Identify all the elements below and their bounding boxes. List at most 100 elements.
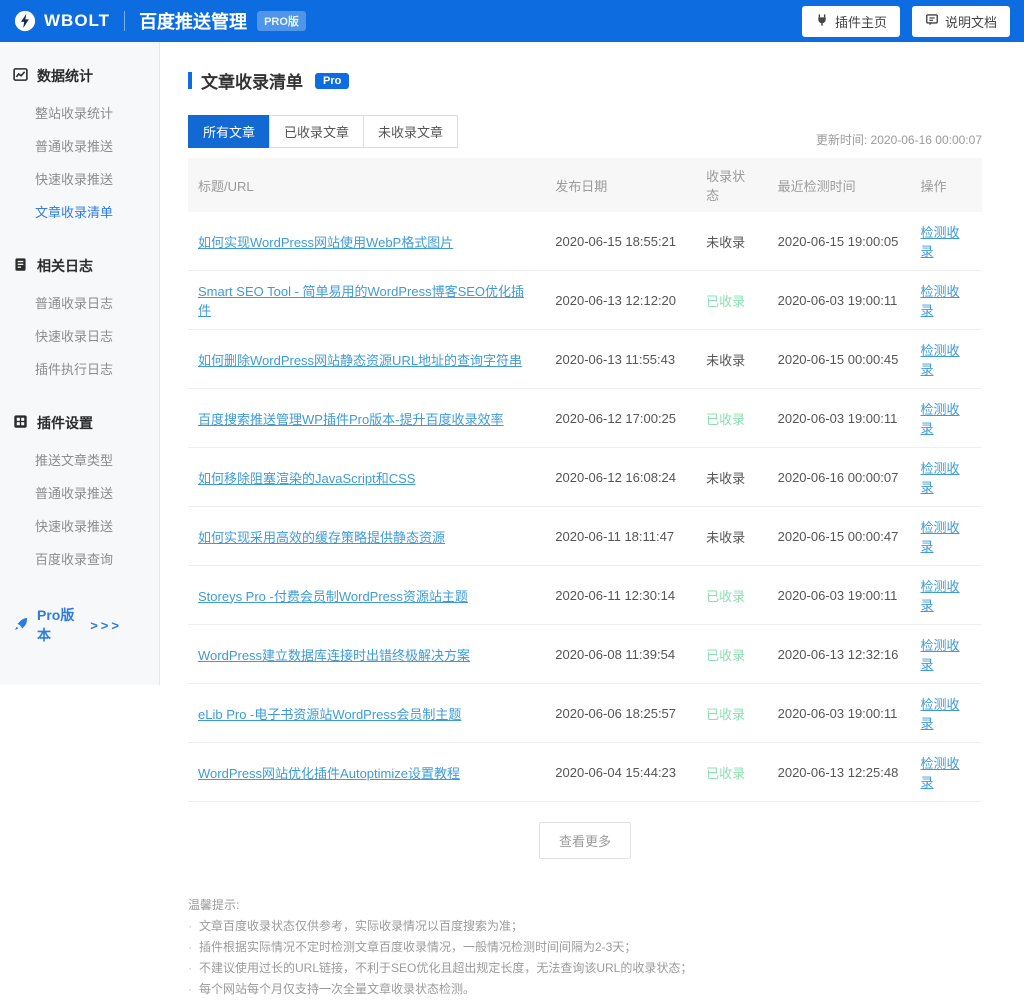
tab-not-included-articles[interactable]: 未收录文章 xyxy=(363,115,458,148)
publish-date: 2020-06-08 11:39:54 xyxy=(545,625,696,684)
filter-tabs: 所有文章 已收录文章 未收录文章 xyxy=(188,115,458,148)
table-row: Smart SEO Tool - 简单易用的WordPress博客SEO优化插件… xyxy=(188,271,982,330)
sidebar-section-label: 数据统计 xyxy=(37,66,93,86)
last-checked-time: 2020-06-03 19:00:11 xyxy=(768,271,911,330)
tip-item: 不建议使用过长的URL链接，不利于SEO优化且超出规定长度，无法查询该URL的收… xyxy=(188,958,982,979)
sidebar-section: 相关日志普通收录日志快速收录日志插件执行日志 xyxy=(0,250,159,385)
tip-item: 每个网站每个月仅支持一次全量文章收录状态检测。 xyxy=(188,979,982,1000)
check-inclusion-link[interactable]: 检测收录 xyxy=(921,461,960,495)
publish-date: 2020-06-11 12:30:14 xyxy=(545,566,696,625)
sidebar-item[interactable]: 普通收录推送 xyxy=(0,129,159,162)
article-title-link[interactable]: WordPress建立数据库连接时出错终极解决方案 xyxy=(198,648,470,663)
app-title: 百度推送管理 xyxy=(139,8,247,34)
title-accent-bar xyxy=(188,72,192,89)
check-inclusion-link[interactable]: 检测收录 xyxy=(921,520,960,554)
inclusion-status: 已收录 xyxy=(706,294,745,309)
table-row: 如何移除阻塞渲染的JavaScript和CSS2020-06-12 16:08:… xyxy=(188,448,982,507)
table-row: WordPress建立数据库连接时出错终极解决方案 2020-06-08 11:3… xyxy=(188,625,982,684)
check-inclusion-link[interactable]: 检测收录 xyxy=(921,638,960,672)
inclusion-status: 未收录 xyxy=(706,530,745,545)
brand-logo: WBOLT xyxy=(14,10,110,32)
sidebar-item[interactable]: 整站收录统计 xyxy=(0,96,159,129)
article-title-link[interactable]: 如何实现采用高效的缓存策略提供静态资源 xyxy=(198,530,445,545)
sidebar-section-title: 插件设置 xyxy=(0,407,159,443)
table-row: 如何删除WordPress网站静态资源URL地址的查询字符串2020-06-13… xyxy=(188,330,982,389)
tip-item: 插件根据实际情况不定时检测文章百度收录情况，一般情况检测时间间隔为2-3天； xyxy=(188,937,982,958)
publish-date: 2020-06-12 17:00:25 xyxy=(545,389,696,448)
table-row: WordPress网站优化插件Autoptimize设置教程 2020-06-04… xyxy=(188,743,982,802)
sidebar-section-title: 相关日志 xyxy=(0,250,159,286)
sidebar-item[interactable]: 普通收录日志 xyxy=(0,286,159,319)
table-row: 如何实现WordPress网站使用WebP格式图片2020-06-15 18:5… xyxy=(188,212,982,271)
sidebar-item[interactable]: 普通收录推送 xyxy=(0,476,159,509)
rocket-icon xyxy=(13,616,29,635)
article-title-link[interactable]: Storeys Pro -付费会员制WordPress资源站主题 xyxy=(198,589,468,604)
sidebar-item[interactable]: 快速收录日志 xyxy=(0,319,159,352)
check-inclusion-link[interactable]: 检测收录 xyxy=(921,225,960,259)
header-actions: 插件主页 说明文档 xyxy=(802,6,1010,37)
sidebar-item[interactable]: 插件执行日志 xyxy=(0,352,159,385)
sidebar-item[interactable]: 快速收录推送 xyxy=(0,509,159,542)
article-title-link[interactable]: Smart SEO Tool - 简单易用的WordPress博客SEO优化插件 xyxy=(198,284,524,318)
sidebar-item[interactable]: 百度收录查询 xyxy=(0,542,159,575)
lightning-bolt-icon xyxy=(14,10,36,32)
main-content: 文章收录清单 Pro 所有文章 已收录文章 未收录文章 更新时间: 2020-0… xyxy=(160,42,1024,685)
sidebar-section-title: 数据统计 xyxy=(0,60,159,96)
sidebar: 数据统计整站收录统计普通收录推送快速收录推送文章收录清单相关日志普通收录日志快速… xyxy=(0,42,160,685)
sidebar-item[interactable]: 快速收录推送 xyxy=(0,162,159,195)
inclusion-status: 未收录 xyxy=(706,353,745,368)
check-inclusion-link[interactable]: 检测收录 xyxy=(921,579,960,613)
sidebar-sections: 数据统计整站收录统计普通收录推送快速收录推送文章收录清单相关日志普通收录日志快速… xyxy=(0,60,159,575)
sidebar-item[interactable]: 推送文章类型 xyxy=(0,443,159,476)
check-inclusion-link[interactable]: 检测收录 xyxy=(921,284,960,318)
page-pro-badge: Pro xyxy=(315,73,349,89)
last-checked-time: 2020-06-16 00:00:07 xyxy=(768,448,911,507)
article-title-link[interactable]: 如何实现WordPress网站使用WebP格式图片 xyxy=(198,235,453,250)
table-header-row: 标题/URL 发布日期 收录状态 最近检测时间 操作 xyxy=(188,158,982,212)
check-inclusion-link[interactable]: 检测收录 xyxy=(921,343,960,377)
tab-all-articles[interactable]: 所有文章 xyxy=(188,115,270,148)
last-checked-time: 2020-06-13 12:25:48 xyxy=(768,743,911,802)
check-inclusion-link[interactable]: 检测收录 xyxy=(921,402,960,436)
last-checked-time: 2020-06-03 19:00:11 xyxy=(768,389,911,448)
document-icon xyxy=(925,13,939,30)
publish-date: 2020-06-06 18:25:57 xyxy=(545,684,696,743)
publish-date: 2020-06-04 15:44:23 xyxy=(545,743,696,802)
check-inclusion-link[interactable]: 检测收录 xyxy=(921,756,960,790)
sidebar-section: 数据统计整站收录统计普通收录推送快速收录推送文章收录清单 xyxy=(0,60,159,228)
tips-section: 温馨提示: 文章百度收录状态仅供参考，实际收录情况以百度搜索为准；插件根据实际情… xyxy=(188,895,982,1000)
grid-icon xyxy=(13,414,28,432)
sidebar-section: 插件设置推送文章类型普通收录推送快速收录推送百度收录查询 xyxy=(0,407,159,575)
last-checked-time: 2020-06-03 19:00:11 xyxy=(768,684,911,743)
column-header-last-checked: 最近检测时间 xyxy=(768,158,911,212)
last-checked-time: 2020-06-15 19:00:05 xyxy=(768,212,911,271)
table-row: 百度搜索推送管理WP插件Pro版本-提升百度收录效率 2020-06-12 17:… xyxy=(188,389,982,448)
sidebar-pro-link[interactable]: Pro版本 >>> xyxy=(0,597,159,653)
load-more-button[interactable]: 查看更多 xyxy=(539,822,631,859)
publish-date: 2020-06-11 18:11:47 xyxy=(545,507,696,566)
check-inclusion-link[interactable]: 检测收录 xyxy=(921,697,960,731)
article-title-link[interactable]: 百度搜索推送管理WP插件Pro版本-提升百度收录效率 xyxy=(198,412,504,427)
inclusion-status: 未收录 xyxy=(706,471,745,486)
column-header-actions: 操作 xyxy=(911,158,982,212)
triple-chevron-icon: >>> xyxy=(90,618,146,633)
log-icon xyxy=(13,257,28,275)
plugin-home-label: 插件主页 xyxy=(835,12,887,31)
updated-timestamp: 更新时间: 2020-06-16 00:00:07 xyxy=(816,131,982,148)
chart-icon xyxy=(13,67,28,85)
tabs-row: 所有文章 已收录文章 未收录文章 更新时间: 2020-06-16 00:00:… xyxy=(188,115,982,148)
publish-date: 2020-06-13 12:12:20 xyxy=(545,271,696,330)
docs-button[interactable]: 说明文档 xyxy=(912,6,1010,37)
tab-included-articles[interactable]: 已收录文章 xyxy=(269,115,364,148)
article-title-link[interactable]: 如何移除阻塞渲染的JavaScript和CSS xyxy=(198,471,415,486)
page-title: 文章收录清单 xyxy=(201,68,303,93)
article-title-link[interactable]: WordPress网站优化插件Autoptimize设置教程 xyxy=(198,766,460,781)
article-title-link[interactable]: eLib Pro -电子书资源站WordPress会员制主题 xyxy=(198,707,461,722)
sidebar-item[interactable]: 文章收录清单 xyxy=(0,195,159,228)
inclusion-status: 已收录 xyxy=(706,648,745,663)
articles-table: 标题/URL 发布日期 收录状态 最近检测时间 操作 如何实现WordPress… xyxy=(188,158,982,802)
column-header-status: 收录状态 xyxy=(696,158,767,212)
plugin-home-button[interactable]: 插件主页 xyxy=(802,6,900,37)
column-header-publish-date: 发布日期 xyxy=(545,158,696,212)
article-title-link[interactable]: 如何删除WordPress网站静态资源URL地址的查询字符串 xyxy=(198,353,522,368)
